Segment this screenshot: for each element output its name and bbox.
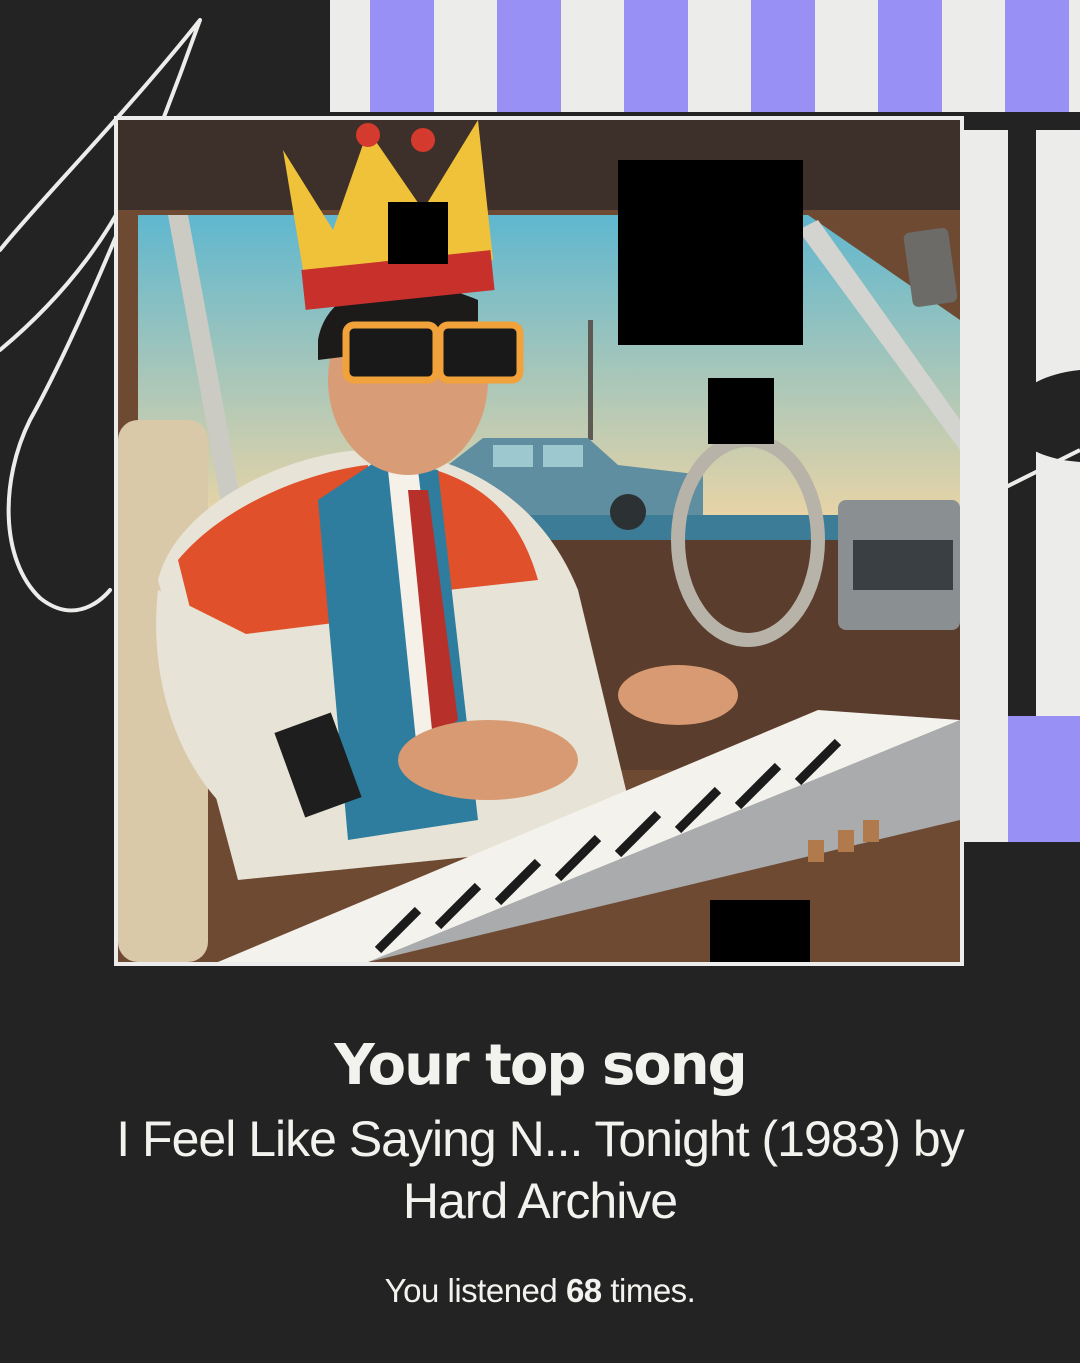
listens-suffix: times.	[601, 1272, 696, 1309]
top-song-caption: Your top song I Feel Like Saying N... To…	[0, 1030, 1080, 1232]
album-artwork-image	[114, 116, 964, 966]
song-title-artist: I Feel Like Saying N... Tonight (1983) b…	[116, 1111, 964, 1229]
page-title: Your top song	[334, 1033, 747, 1098]
top-stripe-banner	[330, 0, 1080, 112]
listen-count-text: You listened 68 times.	[0, 1272, 1080, 1310]
listens-prefix: You listened	[384, 1272, 566, 1309]
listens-count: 68	[565, 1272, 602, 1309]
